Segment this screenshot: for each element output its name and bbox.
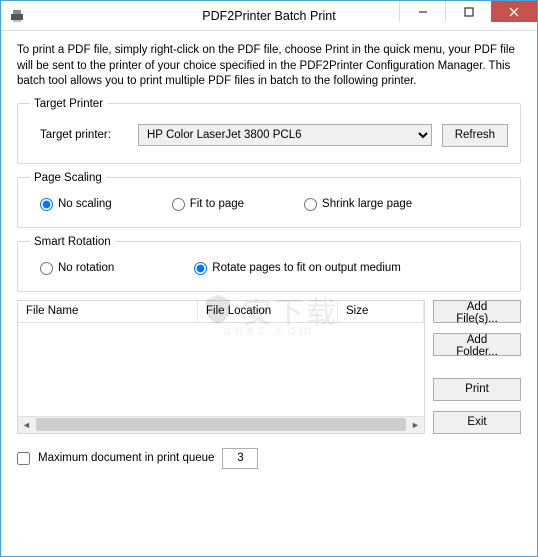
no-rotation-radio[interactable]: No rotation <box>40 262 114 275</box>
table-body <box>18 323 424 416</box>
content-area: To print a PDF file, simply right-click … <box>1 31 537 556</box>
shrink-large-radio[interactable]: Shrink large page <box>304 198 412 211</box>
horizontal-scrollbar[interactable]: ◄ ► <box>18 416 424 433</box>
col-location[interactable]: File Location <box>198 301 338 322</box>
exit-button[interactable]: Exit <box>433 411 521 434</box>
table-header: File Name File Location Size <box>18 301 424 323</box>
scroll-left-icon[interactable]: ◄ <box>18 417 35 432</box>
add-folder-button[interactable]: Add Folder... <box>433 333 521 356</box>
col-size[interactable]: Size <box>338 301 424 322</box>
titlebar: PDF2Printer Batch Print <box>1 1 537 31</box>
scroll-right-icon[interactable]: ► <box>407 417 424 432</box>
col-filename[interactable]: File Name <box>18 301 198 322</box>
smart-rotation-legend: Smart Rotation <box>30 236 115 248</box>
smart-rotation-group: Smart Rotation No rotation Rotate pages … <box>17 236 521 292</box>
target-printer-group: Target Printer Target printer: HP Color … <box>17 98 521 164</box>
page-scaling-legend: Page Scaling <box>30 172 106 184</box>
no-scaling-radio[interactable]: No scaling <box>40 198 112 211</box>
app-icon <box>9 8 25 24</box>
add-files-button[interactable]: Add File(s)... <box>433 300 521 323</box>
target-printer-legend: Target Printer <box>30 98 107 110</box>
fit-to-page-radio[interactable]: Fit to page <box>172 198 244 211</box>
rotate-fit-radio[interactable]: Rotate pages to fit on output medium <box>194 262 401 275</box>
lower-panel: File Name File Location Size ◄ ► Add Fil… <box>17 300 521 434</box>
scroll-thumb[interactable] <box>36 418 406 431</box>
target-printer-select[interactable]: HP Color LaserJet 3800 PCL6 <box>138 124 432 146</box>
max-queue-label: Maximum document in print queue <box>38 452 214 464</box>
max-queue-input[interactable] <box>222 448 258 469</box>
scroll-track[interactable] <box>36 418 406 431</box>
close-button[interactable] <box>491 1 537 22</box>
page-scaling-group: Page Scaling No scaling Fit to page Shri… <box>17 172 521 228</box>
side-buttons: Add File(s)... Add Folder... Print Exit <box>433 300 521 434</box>
maximize-button[interactable] <box>445 1 491 22</box>
file-table: File Name File Location Size ◄ ► <box>17 300 425 434</box>
target-printer-label: Target printer: <box>40 129 128 141</box>
print-button[interactable]: Print <box>433 378 521 401</box>
window-buttons <box>399 1 537 22</box>
intro-text: To print a PDF file, simply right-click … <box>17 43 521 90</box>
footer-row: Maximum document in print queue <box>17 448 521 469</box>
minimize-button[interactable] <box>399 1 445 22</box>
window: PDF2Printer Batch Print To print a PDF f… <box>0 0 538 557</box>
refresh-button[interactable]: Refresh <box>442 124 508 147</box>
max-queue-checkbox[interactable] <box>17 452 30 465</box>
